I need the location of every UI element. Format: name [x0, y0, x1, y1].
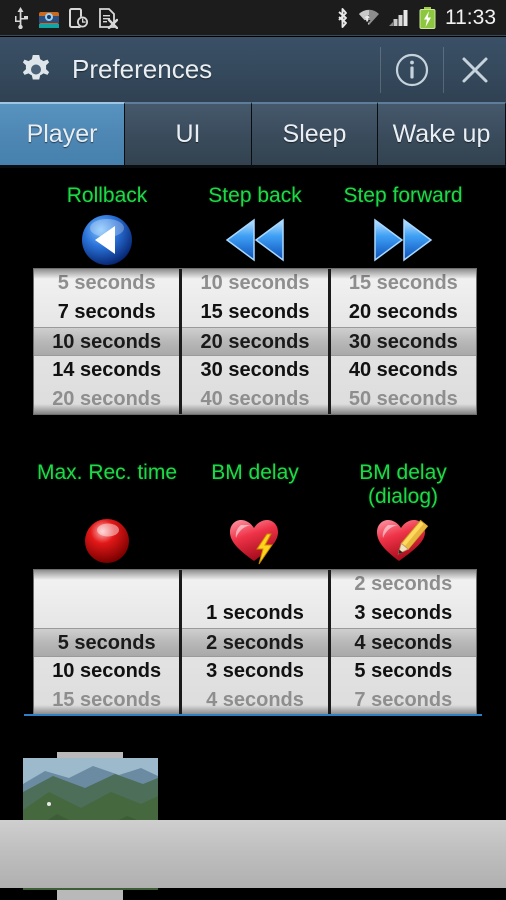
bluetooth-icon — [338, 7, 347, 28]
picker-rollback[interactable]: 5 seconds 7 seconds 10 seconds 14 second… — [34, 269, 183, 414]
label-step-back: Step back — [208, 184, 302, 207]
tab-ui[interactable]: UI — [125, 102, 252, 168]
picker-row[interactable]: 5 seconds — [331, 657, 476, 686]
picker-row[interactable]: 20 seconds — [34, 385, 179, 414]
sim-card-error-icon — [99, 7, 118, 29]
status-bar-right-icons: 11:33 — [335, 6, 506, 30]
picker-max-rec-time[interactable]: 5 seconds 10 seconds 15 seconds — [34, 570, 183, 715]
fast-forward-double-arrow-icon[interactable] — [329, 212, 477, 268]
picker-row[interactable]: 4 seconds — [182, 686, 327, 715]
picker-row[interactable]: 50 seconds — [331, 385, 476, 414]
label-bm-delay: BM delay — [211, 461, 299, 484]
info-icon — [395, 53, 429, 86]
group2-labels: Max. Rec. time BM delay BM delay (dialog… — [33, 461, 477, 509]
rollback-arrow-icon[interactable] — [33, 212, 181, 268]
picker-row-selected[interactable]: 4 seconds — [330, 628, 476, 657]
picker-row[interactable]: 3 seconds — [182, 657, 327, 686]
battery-charging-icon — [419, 6, 436, 29]
picker-row[interactable]: 40 seconds — [182, 385, 327, 414]
tab-bar[interactable]: Player UI Sleep Wake up — [0, 102, 506, 168]
status-bar-left-icons — [0, 6, 118, 29]
picker-row[interactable]: 15 seconds — [182, 298, 327, 327]
label-bm-delay-dialog: BM delay (dialog) — [359, 461, 447, 508]
label-step-forward: Step forward — [343, 184, 463, 207]
picker-row[interactable]: 3 seconds — [331, 599, 476, 628]
group1-icons — [33, 212, 477, 268]
gear-icon — [14, 48, 58, 92]
picker-row-empty[interactable] — [34, 599, 179, 628]
picker-row[interactable]: 20 seconds — [331, 298, 476, 327]
label-rollback: Rollback — [66, 184, 148, 207]
group2-icons — [33, 513, 477, 569]
tab-sleep[interactable]: Sleep — [252, 102, 378, 168]
tab-wake-up[interactable]: Wake up — [378, 102, 506, 168]
picker-step-forward[interactable]: 15 seconds 20 seconds 30 seconds 40 seco… — [330, 269, 476, 414]
picker-row[interactable]: 14 seconds — [34, 356, 179, 385]
picker-row-selected[interactable]: 20 seconds — [182, 327, 328, 356]
picker-row[interactable]: 10 seconds — [182, 269, 327, 298]
picker-bm-delay[interactable]: 1 seconds 2 seconds 3 seconds 4 seconds — [182, 570, 331, 715]
picker-row[interactable]: 7 seconds — [331, 686, 476, 715]
player-bar: Machu Picchu HD.mp4 00:11 14:20 — [0, 820, 506, 888]
wifi-icon — [359, 9, 379, 25]
picker-row[interactable]: 1 seconds — [182, 599, 327, 628]
group1-labels: Rollback Step back Step forward — [33, 184, 477, 208]
device-clock-icon — [69, 7, 88, 28]
picker-row[interactable]: 7 seconds — [34, 298, 179, 327]
status-bar-clock: 11:33 — [445, 5, 496, 29]
picker-row-selected[interactable]: 30 seconds — [330, 327, 476, 356]
tab-player[interactable]: Player — [0, 102, 125, 168]
picker-row[interactable]: 5 seconds — [34, 269, 179, 298]
picker-row[interactable]: 40 seconds — [331, 356, 476, 385]
picker-row[interactable]: 2 seconds — [331, 570, 476, 599]
picker-bm-delay-dialog[interactable]: 2 seconds 3 seconds 4 seconds 5 seconds … — [330, 570, 476, 715]
picker-row-selected[interactable]: 5 seconds — [34, 628, 180, 657]
picker-row-empty[interactable] — [34, 570, 179, 599]
picker-row[interactable]: 15 seconds — [34, 686, 179, 715]
picker-row[interactable]: 15 seconds — [331, 269, 476, 298]
red-record-ball-icon[interactable] — [33, 513, 181, 569]
picker-step-back[interactable]: 10 seconds 15 seconds 20 seconds 30 seco… — [182, 269, 331, 414]
picker-row-empty[interactable] — [182, 570, 327, 599]
picker-row-selected[interactable]: 10 seconds — [34, 327, 180, 356]
usb-icon — [15, 6, 28, 29]
picker-row[interactable]: 30 seconds — [182, 356, 327, 385]
close-button[interactable] — [444, 37, 506, 102]
info-button[interactable] — [381, 37, 443, 102]
title-bar-actions — [380, 37, 506, 102]
title-bar: Preferences — [0, 37, 506, 102]
close-icon — [462, 57, 488, 82]
app-root: 11:33 Preferences Player UI Sleep Wake u… — [0, 0, 506, 900]
picker-row-selected[interactable]: 2 seconds — [182, 628, 328, 657]
section-divider — [24, 714, 482, 716]
heart-bolt-icon[interactable] — [181, 513, 329, 569]
camera-app-icon — [39, 11, 59, 28]
cellular-signal-icon — [389, 9, 408, 26]
label-max-rec-time: Max. Rec. time — [36, 461, 178, 484]
picker-group-delays[interactable]: 5 seconds 10 seconds 15 seconds 1 second… — [33, 569, 477, 716]
page-title: Preferences — [72, 54, 213, 84]
picker-row[interactable]: 10 seconds — [34, 657, 179, 686]
status-bar: 11:33 — [0, 0, 506, 36]
heart-pencil-icon[interactable] — [329, 513, 477, 569]
rewind-double-arrow-icon[interactable] — [181, 212, 329, 268]
picker-group-playback[interactable]: 5 seconds 7 seconds 10 seconds 14 second… — [33, 268, 477, 415]
